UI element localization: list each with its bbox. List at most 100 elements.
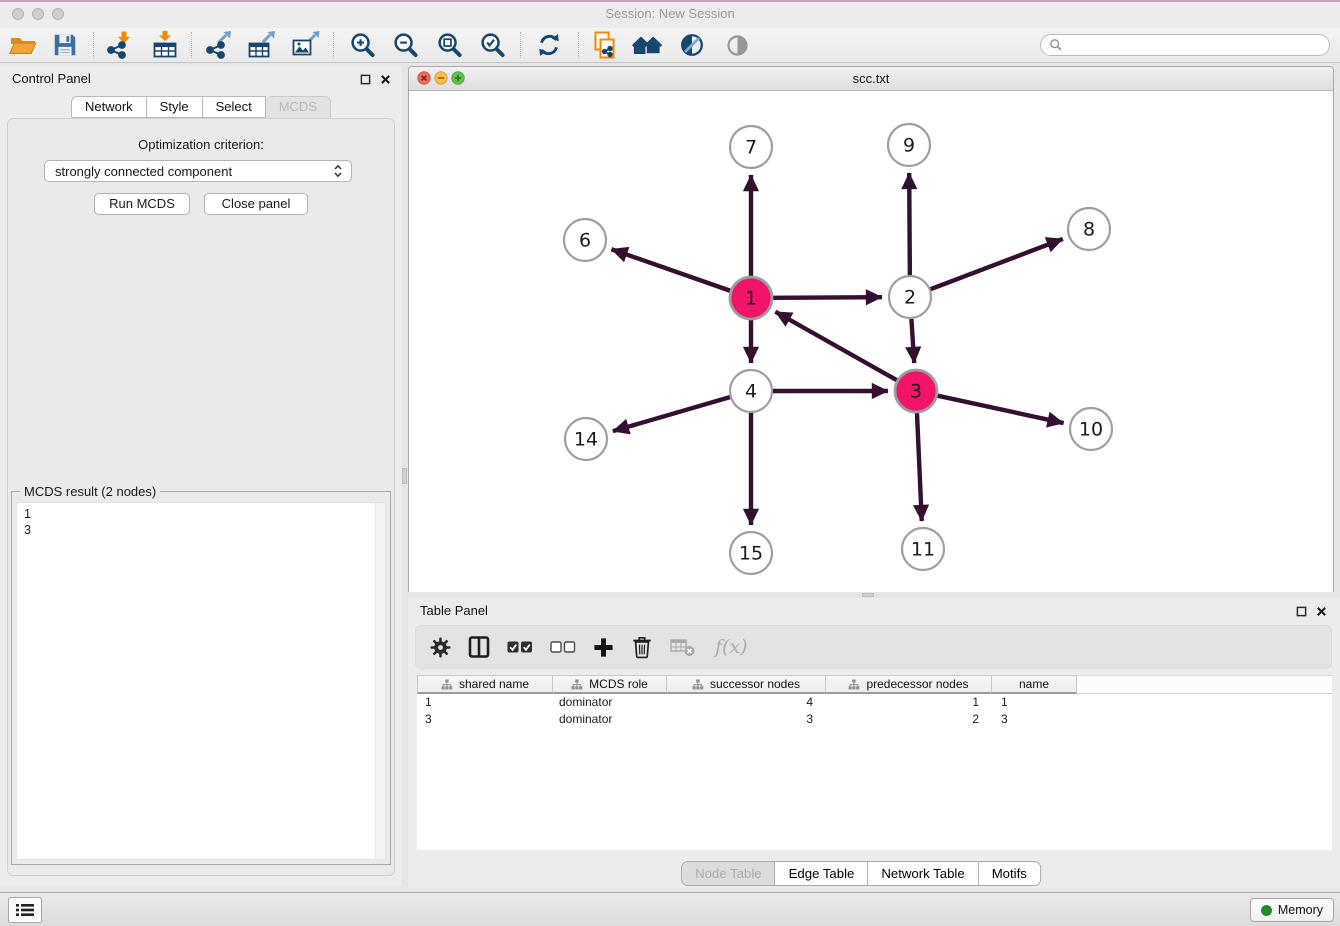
column-header-name[interactable]: name (992, 675, 1077, 694)
column-header-shared-name[interactable]: shared name (417, 675, 553, 694)
refresh-icon[interactable] (533, 29, 565, 61)
result-scrollbar[interactable] (375, 503, 385, 859)
graph-edge[interactable] (773, 297, 882, 298)
float-panel-icon[interactable] (358, 72, 372, 86)
graph-edge[interactable] (911, 319, 914, 363)
mcds-result-textarea[interactable]: 1 3 (16, 502, 386, 860)
graph-node[interactable]: 9 (888, 124, 930, 166)
graph-edge[interactable] (909, 173, 910, 275)
criterion-dropdown[interactable]: strongly connected component (44, 160, 352, 182)
column-header-predecessor-nodes[interactable]: predecessor nodes (826, 675, 992, 694)
search-input[interactable] (1067, 37, 1329, 53)
table-row[interactable]: 3 dominator 3 2 3 (417, 711, 1332, 728)
save-session-icon[interactable] (49, 29, 81, 61)
graph-node[interactable]: 6 (564, 219, 606, 261)
export-table-icon[interactable] (245, 29, 277, 61)
open-session-icon[interactable] (7, 29, 39, 61)
tab-network-table[interactable]: Network Table (868, 862, 978, 885)
tab-edge-table[interactable]: Edge Table (776, 862, 869, 885)
mcds-result-line: 1 (24, 506, 378, 522)
memory-status-icon (1261, 905, 1272, 916)
graph-edge[interactable] (931, 239, 1063, 289)
graph-edge[interactable] (611, 249, 730, 291)
graph-node-label: 8 (1083, 219, 1095, 241)
zoom-out-icon[interactable] (389, 29, 421, 61)
graph-node-label: 11 (911, 539, 935, 561)
tab-network[interactable]: Network (71, 96, 147, 118)
graph-node-label: 4 (745, 381, 757, 403)
network-graph[interactable]: 1 2 3 4 6 7 8 9 10 11 14 15 (409, 91, 1333, 592)
graph-node[interactable]: 8 (1068, 208, 1110, 250)
column-selector-icon[interactable] (468, 632, 490, 662)
tab-node-table[interactable]: Node Table (682, 862, 775, 885)
cell-successor-nodes[interactable]: 4 (667, 695, 826, 709)
table-row[interactable]: 1 dominator 4 1 1 (417, 694, 1332, 711)
graph-node[interactable]: 15 (730, 532, 772, 574)
graph-node[interactable]: 3 (895, 370, 937, 412)
close-panel-icon[interactable] (1314, 604, 1328, 618)
zoom-selected-icon[interactable] (476, 29, 508, 61)
float-panel-icon[interactable] (1294, 604, 1308, 618)
column-header-mcds-role[interactable]: MCDS role (553, 675, 667, 694)
cell-mcds-role[interactable]: dominator (553, 712, 667, 726)
cell-shared-name[interactable]: 3 (417, 712, 553, 726)
close-panel-button[interactable]: Close panel (204, 193, 308, 215)
memory-button[interactable]: Memory (1250, 898, 1334, 922)
graph-node[interactable]: 7 (730, 126, 772, 168)
cell-name[interactable]: 1 (992, 695, 1077, 709)
close-panel-icon[interactable] (378, 72, 392, 86)
network-view-window: scc.txt 1 2 3 4 6 7 8 9 10 11 14 15 (408, 66, 1334, 592)
cell-successor-nodes[interactable]: 3 (667, 712, 826, 726)
tab-mcds[interactable]: MCDS (266, 96, 331, 118)
network-canvas[interactable]: 1 2 3 4 6 7 8 9 10 11 14 15 (409, 91, 1333, 592)
graph-node[interactable]: 14 (565, 418, 607, 460)
zoom-in-icon[interactable] (346, 29, 378, 61)
tab-select[interactable]: Select (203, 96, 266, 118)
table-settings-gear-icon[interactable] (430, 632, 451, 662)
mcds-panel-body: Optimization criterion: strongly connect… (7, 118, 395, 876)
zoom-fit-icon[interactable] (433, 29, 465, 61)
network-window-title: scc.txt (409, 71, 1333, 86)
cell-predecessor-nodes[interactable]: 1 (826, 695, 992, 709)
application-window: Session: New Session (0, 0, 1340, 926)
import-network-icon[interactable] (104, 29, 136, 61)
graph-node[interactable]: 11 (902, 528, 944, 570)
tab-motifs[interactable]: Motifs (979, 862, 1040, 885)
table-panel: Table Panel (408, 598, 1340, 888)
column-header-successor-nodes[interactable]: successor nodes (667, 675, 826, 694)
network-home-icon[interactable] (632, 29, 664, 61)
cell-predecessor-nodes[interactable]: 2 (826, 712, 992, 726)
splitter-grip[interactable] (402, 468, 407, 484)
export-image-icon[interactable] (289, 29, 321, 61)
graph-node[interactable]: 1 (730, 277, 772, 319)
tab-style[interactable]: Style (147, 96, 203, 118)
graph-node[interactable]: 10 (1070, 408, 1112, 450)
import-table-icon[interactable] (149, 29, 181, 61)
graph-edge[interactable] (937, 396, 1063, 423)
optimization-criterion-label: Optimization criterion: (8, 137, 394, 152)
splitter-grip[interactable] (862, 593, 874, 597)
graph-edge[interactable] (775, 312, 896, 380)
select-all-rows-icon[interactable] (507, 632, 533, 662)
cell-mcds-role[interactable]: dominator (553, 695, 667, 709)
graph-edge[interactable] (917, 413, 922, 521)
task-history-button[interactable] (8, 897, 42, 923)
add-row-icon[interactable] (593, 632, 614, 662)
deselect-all-rows-icon[interactable] (550, 632, 576, 662)
network-window-titlebar[interactable]: scc.txt (409, 67, 1333, 91)
column-label: shared name (459, 677, 529, 691)
cell-shared-name[interactable]: 1 (417, 695, 553, 709)
graph-edge[interactable] (613, 397, 730, 431)
graph-node[interactable]: 4 (730, 370, 772, 412)
toolbar-search[interactable] (1040, 34, 1330, 56)
graph-node[interactable]: 2 (889, 276, 931, 318)
toolbar-separator (191, 32, 192, 58)
export-network-icon[interactable] (202, 29, 234, 61)
apply-style-icon[interactable] (676, 29, 708, 61)
cell-name[interactable]: 3 (992, 712, 1077, 726)
delete-row-icon[interactable] (631, 632, 653, 662)
run-mcds-button[interactable]: Run MCDS (94, 193, 190, 215)
node-table[interactable]: shared name MCDS role successor nodes pr… (417, 675, 1332, 850)
duplicate-network-icon[interactable] (589, 29, 621, 61)
show-hide-icon[interactable] (721, 29, 753, 61)
